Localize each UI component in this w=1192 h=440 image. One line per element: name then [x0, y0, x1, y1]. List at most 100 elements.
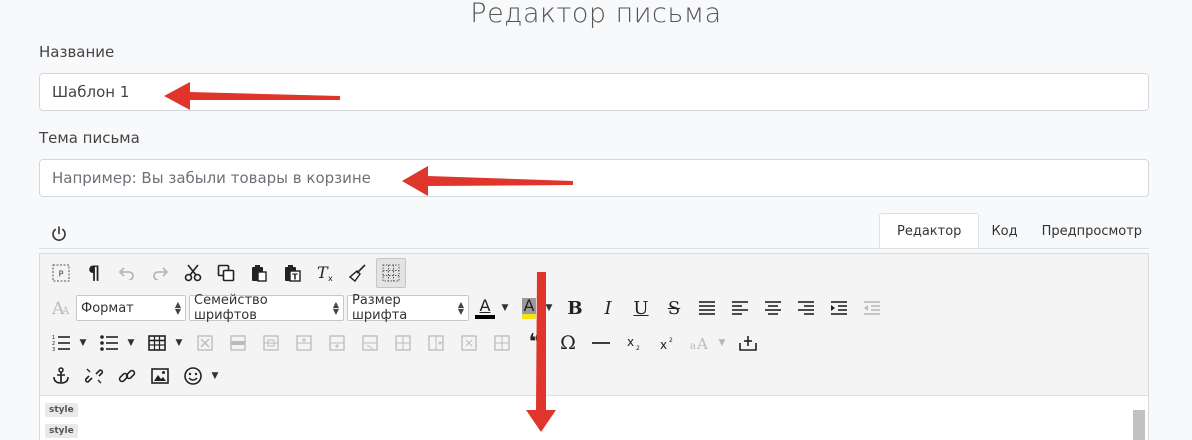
svg-text:T: T	[292, 273, 298, 282]
tab-preview[interactable]: Предпросмотр	[1030, 213, 1154, 249]
subscript-icon[interactable]: x2	[619, 328, 649, 358]
redo-icon[interactable]	[145, 258, 175, 288]
subject-label: Тема письма	[39, 129, 140, 147]
link-icon[interactable]	[112, 361, 142, 391]
table-insert-col-before-icon[interactable]	[388, 328, 418, 358]
name-label: Название	[39, 43, 115, 61]
svg-text:3: 3	[52, 347, 55, 351]
toolbar-row-3: 123 ▼ ▼ ▼ ❝ Ω x2 x2 aA ▼	[46, 328, 766, 358]
italic-button[interactable]: I	[593, 293, 623, 323]
show-blocks-icon[interactable]: P	[46, 258, 76, 288]
select-arrows-icon: ▲ ▼	[174, 300, 181, 316]
tabs-divider	[39, 248, 1149, 249]
bg-color-letter: A	[521, 295, 537, 315]
copy-icon[interactable]	[211, 258, 241, 288]
format-select[interactable]: Формат ▲ ▼	[76, 295, 186, 321]
scrollbar[interactable]	[1133, 410, 1145, 440]
power-icon[interactable]	[50, 225, 68, 243]
table-icon[interactable]	[142, 328, 172, 358]
table-delete-col-icon[interactable]	[454, 328, 484, 358]
image-icon[interactable]	[145, 361, 175, 391]
page-title: Редактор письма	[470, 0, 722, 29]
text-case-icon[interactable]: aA	[685, 328, 715, 358]
text-color-button[interactable]: A	[472, 293, 498, 323]
editor-tabs: Редактор Код Предпросмотр	[879, 213, 1154, 249]
emoji-icon[interactable]	[178, 361, 208, 391]
chevron-down-icon[interactable]: ▼	[76, 338, 90, 348]
font-family-select[interactable]: Семейство шрифтов ▲ ▼	[189, 293, 344, 323]
wysiwyg-editor: P ¶ T Tx AA Формат ▲ ▼ Семейство шрифтов…	[39, 253, 1149, 440]
subject-input[interactable]	[39, 159, 1149, 197]
svg-text:2: 2	[636, 345, 640, 351]
svg-text:A: A	[61, 306, 70, 317]
special-char-button[interactable]: Ω	[553, 328, 583, 358]
bg-color-button[interactable]: A	[516, 293, 542, 323]
toolbar-row-1: P ¶ T Tx	[46, 258, 409, 288]
svg-text:a: a	[690, 341, 696, 351]
cut-icon[interactable]	[178, 258, 208, 288]
font-size-select-label: Размер шрифта	[352, 293, 408, 323]
table-insert-row-after-icon[interactable]	[322, 328, 352, 358]
table-insert-col-after-icon[interactable]	[421, 328, 451, 358]
table-insert-row-before-icon[interactable]	[289, 328, 319, 358]
horizontal-line-icon[interactable]	[586, 328, 616, 358]
numbered-list-icon[interactable]: 123	[46, 328, 76, 358]
svg-text:A: A	[696, 335, 708, 351]
table-cell-props-icon[interactable]	[256, 328, 286, 358]
font-family-select-label: Семейство шрифтов	[194, 293, 268, 323]
font-size-adjust-icon: AA	[46, 293, 76, 323]
table-delete-row-icon[interactable]	[355, 328, 385, 358]
table-delete-icon[interactable]	[190, 328, 220, 358]
tab-code[interactable]: Код	[979, 213, 1029, 249]
chevron-down-icon[interactable]: ▼	[172, 338, 186, 348]
undo-icon[interactable]	[112, 258, 142, 288]
bg-color-bar	[522, 313, 536, 319]
editor-content-area[interactable]: style style	[40, 395, 1148, 440]
svg-text:x: x	[328, 274, 333, 282]
paragraph-icon[interactable]: ¶	[79, 258, 109, 288]
anchor-icon[interactable]	[46, 361, 76, 391]
indent-icon[interactable]	[824, 293, 854, 323]
chevron-down-icon[interactable]: ▼	[498, 303, 512, 313]
toolbar-row-2: AA Формат ▲ ▼ Семейство шрифтов ▲ ▼ Размер…	[46, 293, 890, 323]
table-row-props-icon[interactable]	[223, 328, 253, 358]
bullet-list-icon[interactable]	[94, 328, 124, 358]
paste-icon[interactable]	[244, 258, 274, 288]
insert-above-icon[interactable]	[733, 328, 763, 358]
chevron-down-icon[interactable]: ▼	[715, 338, 729, 348]
svg-text:x: x	[627, 335, 634, 349]
svg-text:P: P	[59, 270, 64, 279]
select-arrows-icon: ▲ ▼	[457, 300, 464, 316]
chevron-down-icon[interactable]: ▼	[124, 338, 138, 348]
text-color-bar	[475, 314, 495, 319]
bold-button[interactable]: B	[560, 293, 590, 323]
tab-editor[interactable]: Редактор	[879, 213, 980, 249]
select-arrows-icon: ▲ ▼	[332, 300, 339, 316]
chevron-down-icon[interactable]: ▼	[542, 303, 556, 313]
style-tag[interactable]: style	[45, 424, 78, 438]
underline-button[interactable]: U	[626, 293, 656, 323]
strikethrough-button[interactable]: S	[659, 293, 689, 323]
outdent-icon[interactable]	[857, 293, 887, 323]
align-right-icon[interactable]	[791, 293, 821, 323]
superscript-icon[interactable]: x2	[652, 328, 682, 358]
chevron-down-icon[interactable]: ▼	[208, 371, 222, 381]
svg-text:x: x	[660, 338, 667, 351]
align-center-icon[interactable]	[758, 293, 788, 323]
blockquote-button[interactable]: ❝	[520, 328, 550, 358]
toolbar-row-4: ▼	[46, 361, 226, 391]
font-size-select[interactable]: Размер шрифта ▲ ▼	[347, 293, 469, 323]
format-select-label: Формат	[81, 300, 134, 316]
unlink-icon[interactable]	[79, 361, 109, 391]
align-left-icon[interactable]	[725, 293, 755, 323]
clear-format-icon[interactable]: Tx	[310, 258, 340, 288]
svg-text:2: 2	[669, 337, 673, 344]
align-justify-icon[interactable]	[692, 293, 722, 323]
paste-text-icon[interactable]: T	[277, 258, 307, 288]
name-input[interactable]	[39, 73, 1149, 111]
clean-icon[interactable]	[343, 258, 373, 288]
text-color-letter: A	[479, 295, 491, 315]
style-tag[interactable]: style	[45, 403, 78, 417]
table-merge-cells-icon[interactable]	[487, 328, 517, 358]
table-grid-icon[interactable]	[376, 258, 406, 288]
